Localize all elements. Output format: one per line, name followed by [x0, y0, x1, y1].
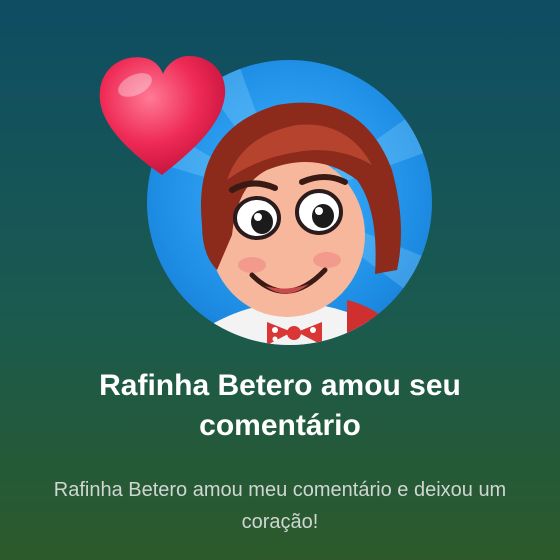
notification-card: Rafinha Betero amou seu comentário Rafin… [0, 0, 560, 560]
notification-message: Rafinha Betero amou meu comentário e dei… [53, 479, 507, 533]
notification-title: Rafinha Betero amou seu comentário [99, 369, 461, 442]
heart-icon [99, 55, 226, 176]
